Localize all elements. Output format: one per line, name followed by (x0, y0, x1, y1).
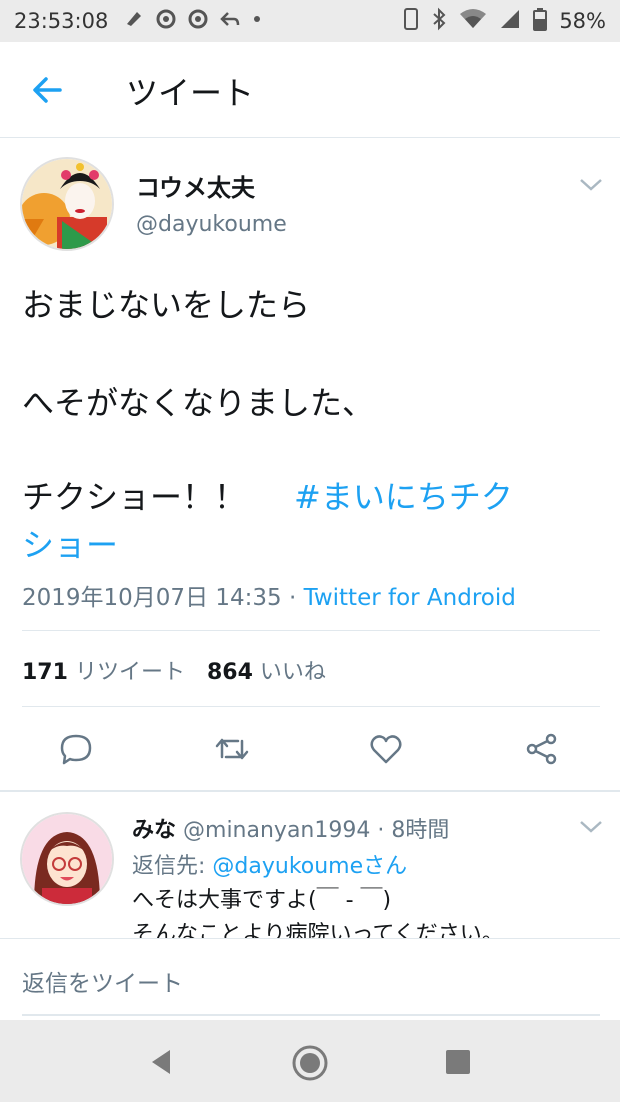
tweet-text-line: チクショー！！ #まいにちチク (22, 472, 513, 518)
tweet-text-line: ショー (22, 520, 118, 566)
share-button[interactable] (524, 731, 560, 767)
divider (22, 706, 600, 707)
divider (0, 938, 620, 939)
like-button[interactable] (368, 731, 404, 767)
heart-icon (370, 735, 402, 764)
status-bar: 23:53:08 58% (0, 0, 620, 42)
retweet-count: 171 (22, 660, 68, 685)
reply-composer-input[interactable]: 返信をツイート (22, 964, 183, 998)
reply-author-name[interactable]: みな (132, 818, 176, 843)
retweet-label: リツイート (74, 660, 185, 685)
back-arrow-icon[interactable] (30, 72, 66, 108)
status-time: 23:53:08 (14, 9, 109, 33)
reply-list-item[interactable]: みな @minanyan1994 · 8時間 返信先: @dayukoumeさん… (0, 790, 620, 938)
battery-icon (533, 7, 548, 36)
reply-to-label: 返信先: (132, 854, 213, 879)
reply-avatar[interactable] (20, 812, 114, 906)
phone-icon (403, 7, 419, 36)
nav-recents-icon[interactable] (440, 1044, 476, 1080)
tweet-meta: 2019年10月07日 14:35 · Twitter for Android (22, 578, 516, 612)
retweet-stat[interactable]: 171 リツイート (22, 660, 185, 685)
tweet-stats: 171 リツイート 864 いいね (22, 654, 326, 686)
nav-home-icon[interactable] (291, 1044, 328, 1081)
author-name[interactable]: コウメ太夫 (136, 168, 255, 203)
author-avatar[interactable] (20, 157, 114, 251)
at-icon (156, 9, 176, 34)
retweet-icon (215, 738, 249, 760)
reply-button[interactable] (58, 731, 94, 767)
retweet-button[interactable] (214, 731, 250, 767)
app-bar: ツイート (0, 42, 620, 138)
page-title: ツイート (126, 74, 255, 112)
battery-percent: 58% (559, 9, 606, 33)
chevron-down-icon[interactable] (578, 176, 604, 194)
tweet-timestamp: 2019年10月07日 14:35 · (22, 585, 304, 611)
system-nav-bar (0, 1020, 620, 1102)
reply-to-mention[interactable]: @dayukoumeさん (212, 854, 407, 879)
reply-text-line: へそは大事ですよ(￣ - ￣) (132, 888, 392, 913)
reply-to-line: 返信先: @dayukoumeさん (132, 848, 407, 880)
comment-icon (60, 734, 92, 765)
nav-back-icon[interactable] (144, 1044, 180, 1080)
hashtag-link[interactable]: ショー (22, 526, 118, 564)
reply-header: みな @minanyan1994 · 8時間 (132, 812, 449, 844)
like-count: 864 (206, 660, 253, 685)
share-icon (526, 733, 557, 765)
author-handle[interactable]: @dayukoume (136, 212, 287, 237)
composer-underline (22, 1014, 600, 1016)
chevron-down-icon[interactable] (578, 818, 604, 836)
reply-author-handle[interactable]: @minanyan1994 · 8時間 (183, 818, 449, 843)
notification-icon (124, 9, 144, 34)
reply-icon (220, 9, 240, 34)
tweet-text-line: おまじないをしたら (22, 286, 311, 324)
tweet-text-line: へそがなくなりました、 (22, 384, 375, 422)
hashtag-link[interactable]: #まいにちチク (294, 478, 513, 516)
tweet-text-segment: チクショー！！ (22, 478, 247, 516)
reply-text-line: そんなことより病院いってください。 (132, 922, 504, 938)
at-icon (188, 9, 208, 34)
tweet-source-link[interactable]: Twitter for Android (304, 585, 516, 611)
divider (22, 630, 600, 631)
dot-icon (252, 9, 262, 34)
signal-icon (499, 8, 521, 35)
like-label: いいね (259, 660, 326, 685)
like-stat[interactable]: 864 いいね (207, 660, 326, 685)
wifi-icon (459, 8, 487, 35)
bluetooth-icon (431, 7, 447, 36)
